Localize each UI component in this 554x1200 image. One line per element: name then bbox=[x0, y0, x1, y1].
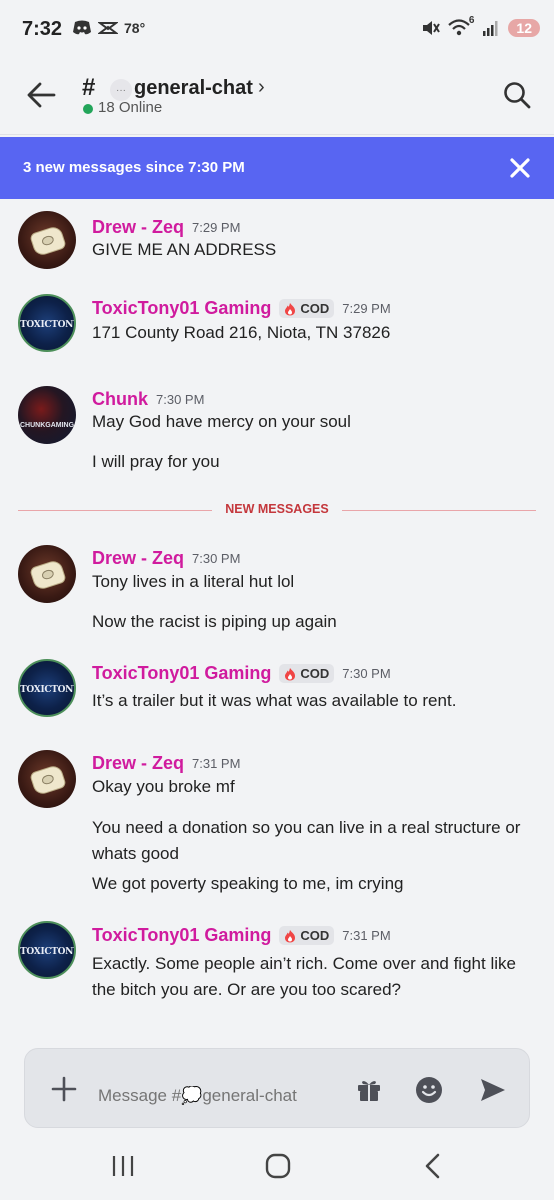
chevron-left-icon bbox=[425, 1153, 440, 1179]
avatar-chunk-label: CHUNKGAMING bbox=[19, 422, 75, 429]
emoji-button[interactable] bbox=[415, 1076, 443, 1104]
message-header: Drew - Zeq 7:31 PM bbox=[92, 753, 240, 774]
wifi-icon: 6 bbox=[448, 15, 474, 37]
message-timestamp: 7:30 PM bbox=[342, 666, 391, 681]
status-icons-right: 6 12 bbox=[420, 15, 540, 37]
thought-bubble-icon: ··· bbox=[110, 79, 132, 101]
clan-tag-text: COD bbox=[300, 301, 330, 316]
message-input[interactable] bbox=[98, 1086, 328, 1106]
capcut-icon bbox=[98, 22, 118, 34]
send-icon bbox=[481, 1079, 505, 1101]
new-messages-divider: NEW MESSAGES bbox=[18, 502, 536, 516]
close-icon bbox=[510, 158, 530, 178]
search-icon bbox=[504, 82, 531, 109]
message-timestamp: 7:30 PM bbox=[156, 392, 205, 407]
message-composer bbox=[24, 1048, 530, 1128]
avatar-tony[interactable]: TOXICTONY01 bbox=[18, 294, 76, 352]
channel-header: # ··· general-chat › 18 Online bbox=[0, 62, 554, 135]
message-author[interactable]: Drew - Zeq bbox=[92, 217, 184, 238]
message-author[interactable]: ToxicTony01 Gaming bbox=[92, 663, 271, 684]
back-button[interactable] bbox=[24, 78, 58, 112]
message-timestamp: 7:29 PM bbox=[192, 220, 241, 235]
system-back-button[interactable] bbox=[422, 1152, 444, 1180]
message-text: Exactly. Some people ain’t rich. Come ov… bbox=[92, 954, 516, 999]
message-text: Tony lives in a literal hut lol bbox=[92, 572, 295, 591]
online-status-dot bbox=[83, 104, 93, 114]
wifi-badge: 6 bbox=[468, 15, 475, 26]
new-messages-banner[interactable]: 3 new messages since 7:30 PM bbox=[0, 137, 554, 199]
new-messages-banner-text: 3 new messages since 7:30 PM bbox=[23, 159, 245, 176]
avatar-tony-label: TOXICTONY01 bbox=[20, 947, 74, 957]
clan-tag[interactable]: COD bbox=[279, 664, 335, 683]
message-text: You need a donation so you can live in a… bbox=[92, 818, 521, 863]
message-header: ToxicTony01 Gaming COD 7:30 PM bbox=[92, 663, 391, 684]
clan-tag-text: COD bbox=[300, 928, 330, 943]
new-messages-divider-label: NEW MESSAGES bbox=[225, 502, 329, 516]
message-text: Now the racist is piping up again bbox=[92, 612, 337, 631]
message-text: GIVE ME AN ADDRESS bbox=[92, 240, 277, 259]
flame-icon bbox=[285, 929, 296, 942]
gift-icon bbox=[358, 1081, 380, 1101]
flame-icon bbox=[285, 302, 296, 315]
system-navigation-bar bbox=[0, 1130, 554, 1200]
search-button[interactable] bbox=[502, 80, 532, 110]
message-text: I will pray for you bbox=[92, 452, 220, 471]
message-list[interactable]: Drew - Zeq 7:29 PM GIVE ME AN ADDRESS TO… bbox=[0, 199, 554, 1044]
message-author[interactable]: Drew - Zeq bbox=[92, 753, 184, 774]
temperature-text: 78° bbox=[124, 20, 146, 36]
clan-tag[interactable]: COD bbox=[279, 926, 335, 945]
chevron-right-icon[interactable]: › bbox=[258, 76, 265, 99]
avatar-tony[interactable]: TOXICTONY01 bbox=[18, 659, 76, 717]
message-author[interactable]: Chunk bbox=[92, 389, 148, 410]
channel-name[interactable]: general-chat bbox=[134, 77, 253, 100]
discord-icon bbox=[73, 20, 91, 35]
signal-icon bbox=[483, 21, 498, 36]
avatar-drew[interactable] bbox=[18, 211, 76, 269]
status-bar: 7:32 78° 6 12 bbox=[0, 0, 554, 62]
battery-indicator: 12 bbox=[508, 19, 540, 37]
message-text: 171 County Road 216, Niota, TN 37826 bbox=[92, 323, 391, 342]
avatar-drew[interactable] bbox=[18, 545, 76, 603]
message-header: ToxicTony01 Gaming COD 7:31 PM bbox=[92, 925, 391, 946]
avatar-tony-label: TOXICTONY01 bbox=[20, 320, 74, 330]
message-text: May God have mercy on your soul bbox=[92, 412, 351, 431]
gift-button[interactable] bbox=[355, 1076, 383, 1104]
message-timestamp: 7:30 PM bbox=[192, 551, 241, 566]
avatar-tony[interactable]: TOXICTONY01 bbox=[18, 921, 76, 979]
clan-tag[interactable]: COD bbox=[279, 299, 335, 318]
home-button[interactable] bbox=[265, 1153, 291, 1179]
message-author[interactable]: Drew - Zeq bbox=[92, 548, 184, 569]
clan-tag-text: COD bbox=[300, 666, 330, 681]
message-text: It’s a trailer but it was what was avail… bbox=[92, 691, 457, 710]
mute-icon bbox=[423, 21, 441, 35]
message-header: Drew - Zeq 7:30 PM bbox=[92, 548, 240, 569]
avatar-tony-label: TOXICTONY01 bbox=[20, 685, 74, 695]
channel-hash: # bbox=[82, 74, 96, 101]
plus-icon bbox=[51, 1076, 77, 1102]
smiley-icon bbox=[416, 1077, 442, 1103]
send-button[interactable] bbox=[479, 1076, 507, 1104]
arrow-left-icon bbox=[27, 82, 56, 108]
message-text: Okay you broke mf bbox=[92, 777, 235, 796]
status-time: 7:32 bbox=[22, 18, 63, 40]
message-author[interactable]: ToxicTony01 Gaming bbox=[92, 925, 271, 946]
message-text: We got poverty speaking to me, im crying bbox=[92, 874, 404, 893]
message-header: Chunk 7:30 PM bbox=[92, 389, 204, 410]
avatar-chunk[interactable]: CHUNKGAMING bbox=[18, 386, 76, 444]
message-header: ToxicTony01 Gaming COD 7:29 PM bbox=[92, 298, 391, 319]
message-header: Drew - Zeq 7:29 PM bbox=[92, 217, 240, 238]
avatar-drew[interactable] bbox=[18, 750, 76, 808]
online-count: 18 Online bbox=[98, 99, 163, 116]
message-timestamp: 7:29 PM bbox=[342, 301, 391, 316]
message-timestamp: 7:31 PM bbox=[342, 928, 391, 943]
message-author[interactable]: ToxicTony01 Gaming bbox=[92, 298, 271, 319]
add-attachment-button[interactable] bbox=[51, 1076, 77, 1102]
message-timestamp: 7:31 PM bbox=[192, 756, 241, 771]
home-icon bbox=[265, 1153, 291, 1179]
banner-close-button[interactable] bbox=[506, 154, 534, 182]
flame-icon bbox=[285, 667, 296, 680]
recent-apps-icon bbox=[112, 1156, 134, 1176]
status-icons-left: 78° bbox=[72, 20, 145, 36]
recent-apps-button[interactable] bbox=[111, 1154, 135, 1178]
